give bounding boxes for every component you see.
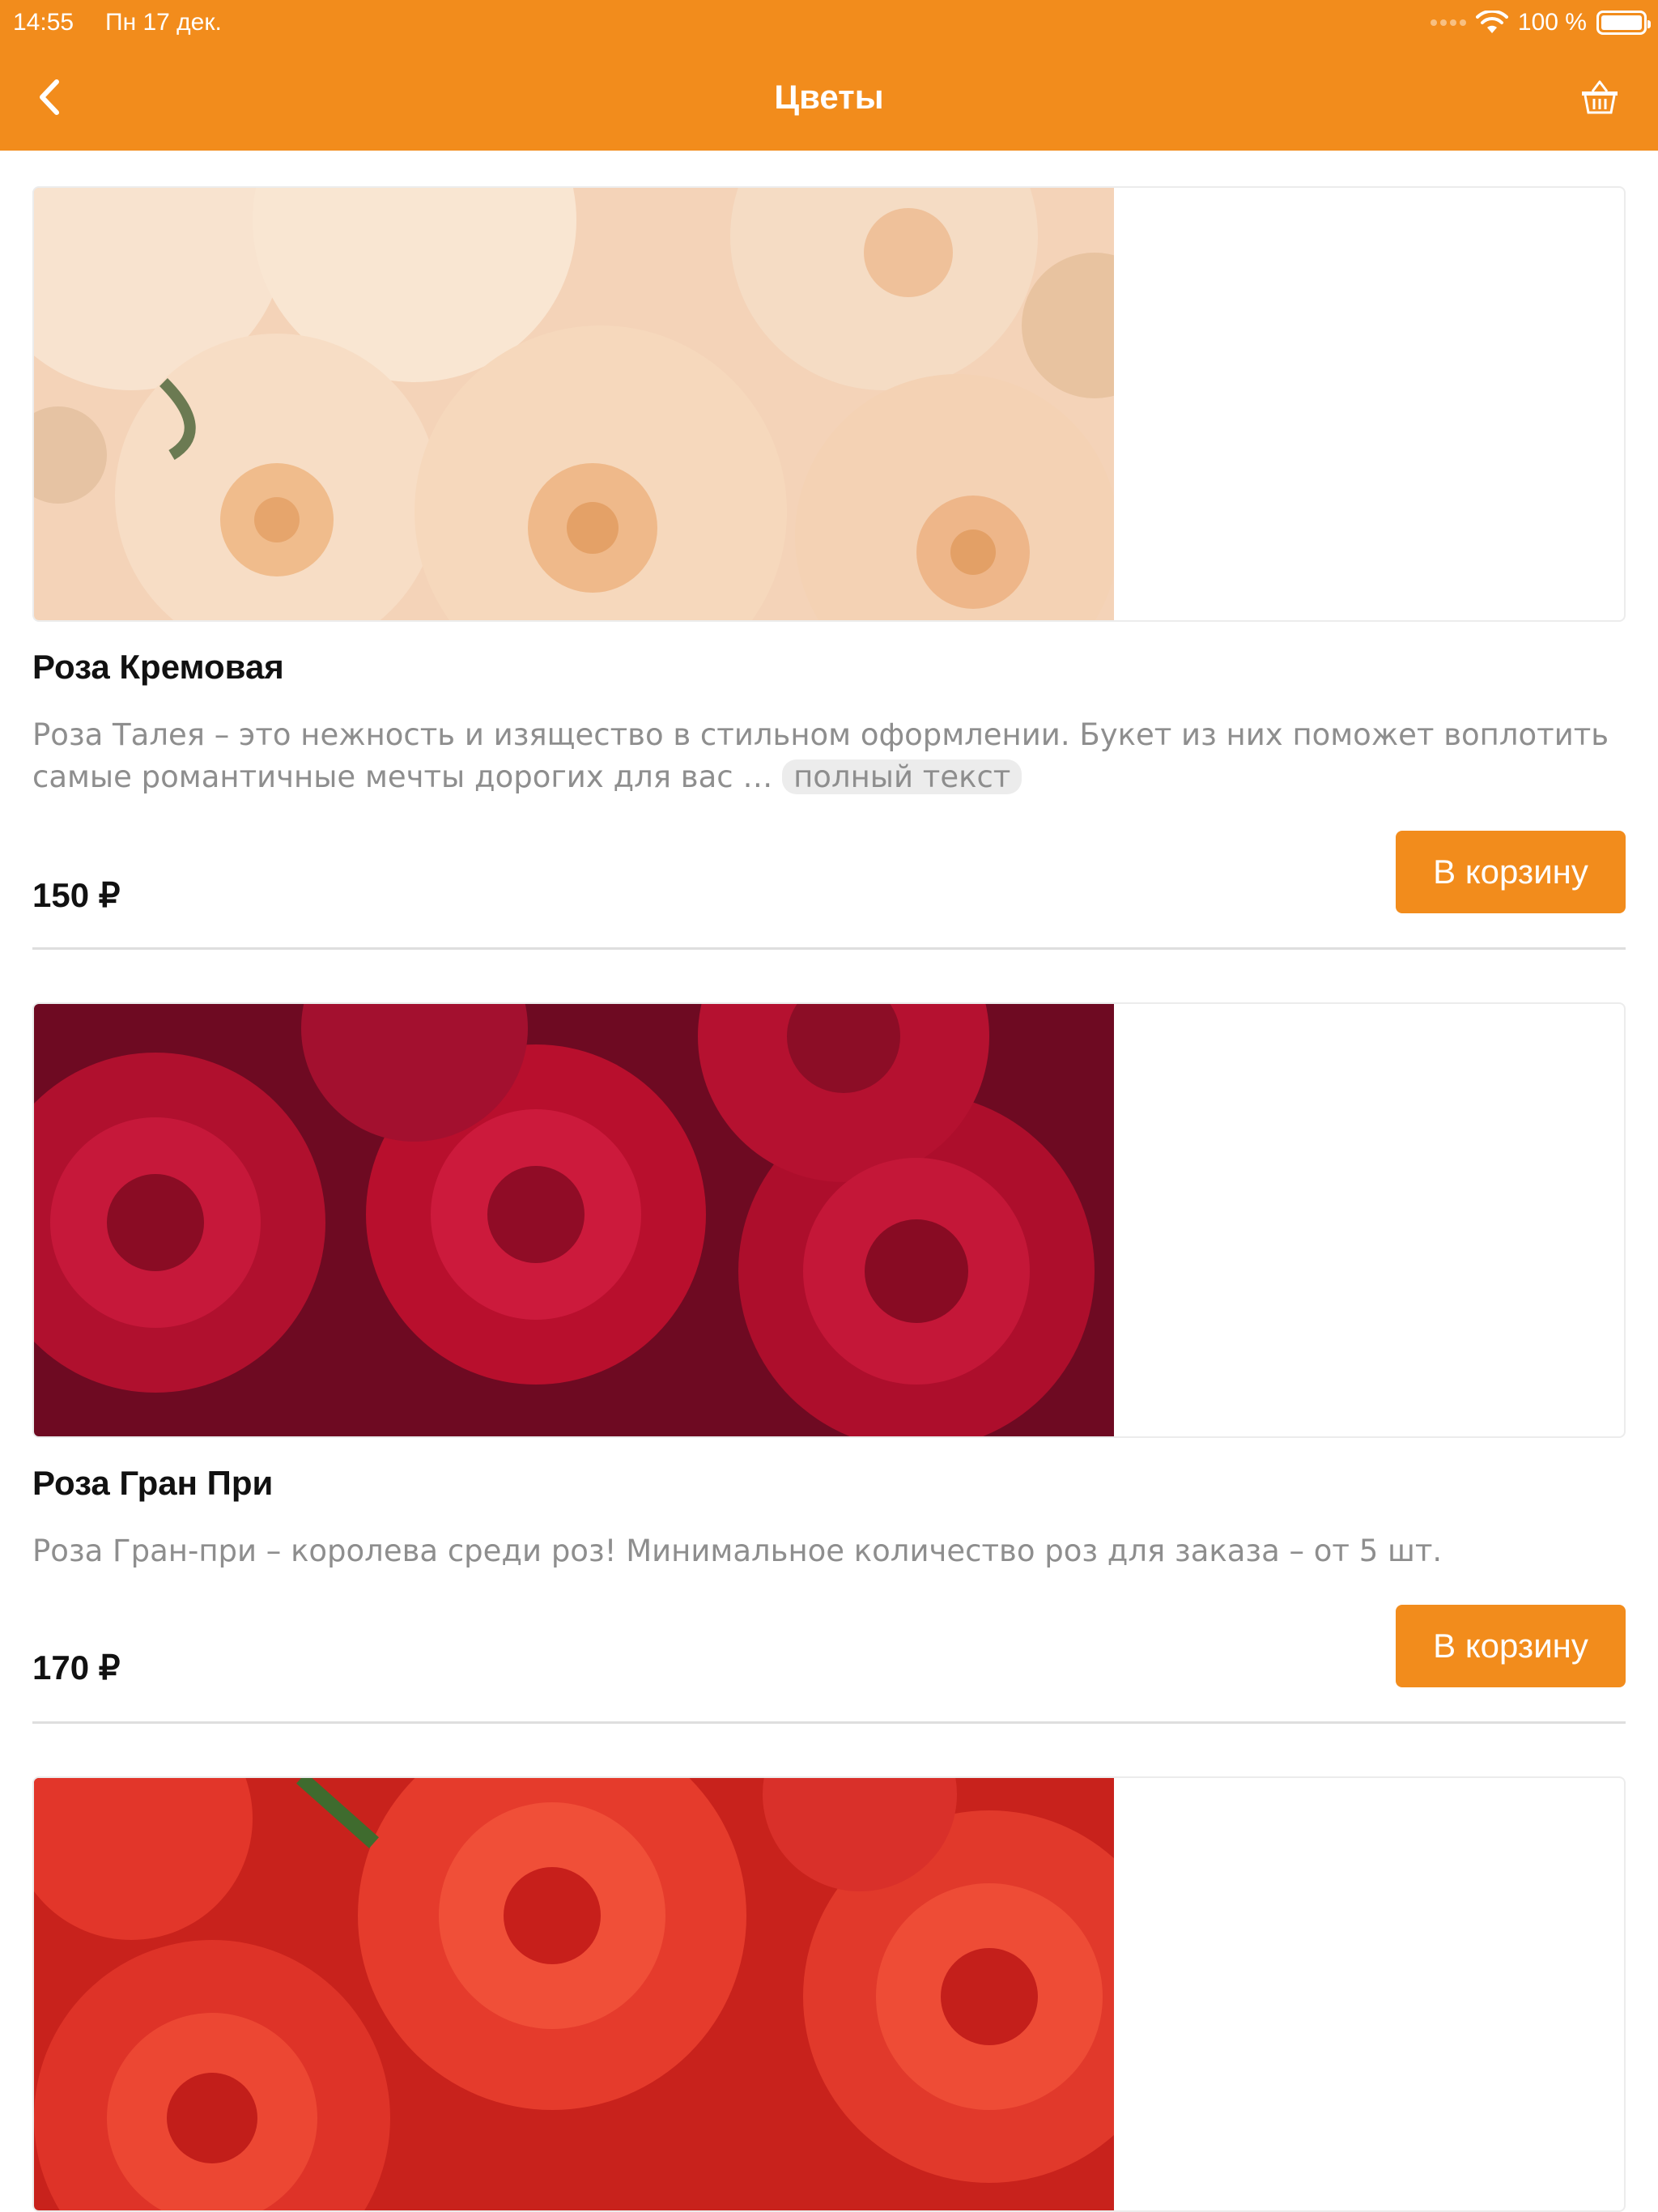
product-image-frame[interactable] (32, 1776, 1626, 2212)
divider (32, 1721, 1626, 1724)
product-image-frame[interactable] (32, 186, 1626, 622)
status-time: 14:55 (13, 9, 74, 36)
full-text-link[interactable]: полный текст (782, 759, 1022, 794)
product-image (34, 1004, 1114, 1436)
product-card (32, 1776, 1626, 2212)
divider (32, 947, 1626, 950)
signal-dots-icon (1430, 19, 1466, 26)
page-title: Цветы (774, 78, 884, 116)
product-price: 170 ₽ (32, 1648, 121, 1687)
product-title: Роза Гран При (32, 1464, 274, 1502)
status-date: Пн 17 дек. (105, 9, 222, 36)
product-card: Роза Гран При Роза Гран-при – королева с… (32, 1002, 1626, 1725)
cart-button[interactable] (1574, 71, 1626, 123)
battery-percent: 100 % (1517, 9, 1587, 36)
wifi-icon (1475, 11, 1508, 33)
basket-icon (1582, 80, 1618, 114)
product-price: 150 ₽ (32, 876, 121, 914)
status-bar: 14:55 Пн 17 дек. 100 % (0, 0, 1658, 45)
product-image (34, 188, 1114, 620)
product-description: Роза Гран-при – королева среди роз! Мини… (32, 1534, 1443, 1568)
add-to-cart-button[interactable]: В корзину (1396, 1605, 1626, 1687)
product-image-frame[interactable] (32, 1002, 1626, 1438)
add-to-cart-button[interactable]: В корзину (1396, 831, 1626, 913)
app-header: 14:55 Пн 17 дек. 100 % Цветы (0, 0, 1658, 151)
status-indicators: 100 % (1430, 8, 1651, 37)
product-image (34, 1778, 1114, 2210)
product-title: Роза Кремовая (32, 648, 284, 686)
product-description: Роза Талея – это нежность и изящество в … (32, 714, 1626, 798)
product-card: Роза Кремовая Роза Талея – это нежность … (32, 186, 1626, 952)
battery-icon (1596, 11, 1651, 35)
